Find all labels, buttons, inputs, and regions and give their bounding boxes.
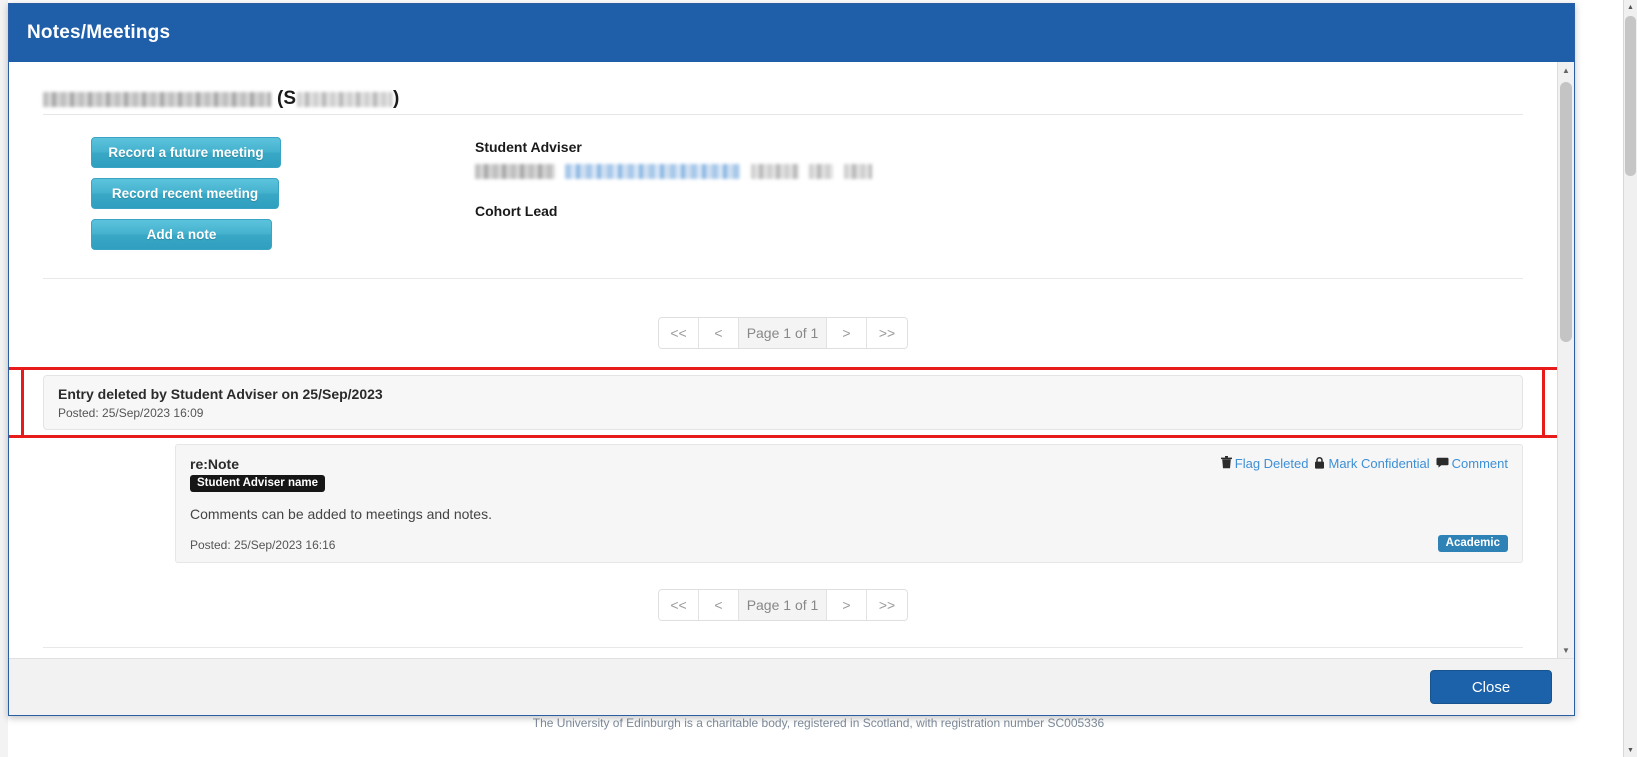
flag-deleted-label: Flag Deleted (1234, 456, 1309, 471)
pager-top-last[interactable]: >> (867, 318, 907, 348)
pager-bottom-prev[interactable]: < (699, 590, 739, 620)
comment-posted: Posted: 25/Sep/2023 16:16 (190, 538, 336, 552)
student-info-row: Record a future meeting Record recent me… (43, 115, 1523, 279)
student-id-redacted (297, 91, 392, 107)
flag-deleted-link[interactable]: Flag Deleted (1220, 456, 1309, 471)
pager-bottom-first[interactable]: << (659, 590, 699, 620)
window-vertical-scrollbar[interactable]: ▲ ▼ (1623, 0, 1637, 757)
comment-body-text: Comments can be added to meetings and no… (190, 506, 492, 522)
staff-info-column: Student Adviser Cohort Lead (475, 137, 1523, 260)
page-left-edge (0, 0, 8, 757)
window-scroll-down-icon[interactable]: ▼ (1624, 743, 1637, 757)
pager-top-prev[interactable]: < (699, 318, 739, 348)
record-future-meeting-button[interactable]: Record a future meeting (91, 137, 281, 168)
student-adviser-value (475, 163, 1523, 181)
adviser-extra-redacted-2 (809, 164, 834, 180)
comment-link[interactable]: Comment (1436, 456, 1508, 471)
pagination-control-top: << < Page 1 of 1 > >> (658, 317, 908, 349)
add-a-note-button[interactable]: Add a note (91, 219, 272, 250)
comment-author-badge: Student Adviser name (190, 475, 325, 492)
student-id-open-paren: (S (277, 88, 296, 109)
pager-top-page-label: Page 1 of 1 (739, 318, 827, 348)
pager-top-first[interactable]: << (659, 318, 699, 348)
adviser-extra-redacted-3 (843, 164, 872, 180)
comment-footer: Posted: 25/Sep/2023 16:16 Academic (190, 535, 1508, 552)
page-footer-text: The University of Edinburgh is a charita… (532, 716, 1105, 730)
modal-footer: Close (9, 658, 1574, 715)
lock-icon (1314, 456, 1325, 471)
pager-bottom-page-label: Page 1 of 1 (739, 590, 827, 620)
comment-header: re:Note Student Adviser name Flag Delete… (190, 456, 1508, 492)
scroll-down-icon[interactable]: ▼ (1558, 642, 1574, 658)
close-button[interactable]: Close (1430, 670, 1552, 704)
modal-body: (S ) Record a future meeting Record rece… (9, 62, 1574, 658)
student-adviser-label: Student Adviser (475, 139, 582, 155)
modal-title: Notes/Meetings (27, 22, 171, 43)
mark-confidential-label: Mark Confidential (1328, 456, 1430, 471)
comment-tag-badge: Academic (1437, 535, 1508, 552)
window-scroll-up-icon[interactable]: ▲ (1624, 0, 1637, 14)
cohort-lead-label: Cohort Lead (475, 203, 558, 219)
student-id-close-paren: ) (393, 88, 400, 109)
pager-top-next[interactable]: > (827, 318, 867, 348)
mark-confidential-link[interactable]: Mark Confidential (1314, 456, 1430, 471)
modal-header: Notes/Meetings (9, 4, 1574, 62)
record-recent-meeting-button[interactable]: Record recent meeting (91, 178, 279, 209)
pagination-bottom: << < Page 1 of 1 > >> (43, 563, 1523, 633)
notes-meetings-modal: Notes/Meetings (S ) Record a future meet… (8, 3, 1575, 716)
comment-action-label: Comment (1451, 456, 1508, 471)
deleted-entry-row: Entry deleted by Student Adviser on 25/S… (43, 375, 1523, 430)
pagination-control-bottom: << < Page 1 of 1 > >> (658, 589, 908, 621)
comment-subject: re:Note (190, 456, 240, 472)
comment-card: re:Note Student Adviser name Flag Delete… (175, 444, 1523, 563)
adviser-extra-redacted-1 (750, 164, 799, 180)
pager-bottom-next[interactable]: > (827, 590, 867, 620)
comment-identity: re:Note Student Adviser name (190, 456, 325, 492)
scroll-up-icon[interactable]: ▲ (1558, 62, 1574, 78)
student-name-heading: (S ) (43, 62, 1523, 114)
trash-icon (1220, 456, 1232, 471)
comment-action-links: Flag Deleted Mark Confidential Comment (1217, 456, 1508, 471)
adviser-email-redacted (565, 164, 741, 180)
action-button-column: Record a future meeting Record recent me… (43, 137, 475, 260)
deleted-entry-posted: Posted: 25/Sep/2023 16:09 (58, 406, 204, 420)
pager-bottom-last[interactable]: >> (867, 590, 907, 620)
comment-section: re:Note Student Adviser name Flag Delete… (43, 438, 1523, 563)
content-bottom-divider (43, 647, 1523, 648)
adviser-name-redacted (475, 164, 555, 180)
modal-content: (S ) Record a future meeting Record rece… (9, 62, 1557, 658)
scroll-thumb[interactable] (1560, 82, 1572, 342)
window-scroll-thumb[interactable] (1625, 16, 1636, 176)
comment-icon (1436, 457, 1449, 470)
modal-vertical-scrollbar[interactable]: ▲ ▼ (1557, 62, 1574, 658)
deleted-entry-highlight: Entry deleted by Student Adviser on 25/S… (9, 367, 1557, 438)
pagination-top: << < Page 1 of 1 > >> (43, 279, 1523, 361)
deleted-entry-headline: Entry deleted by Student Adviser on 25/S… (58, 386, 383, 402)
student-name-redacted (43, 91, 271, 107)
